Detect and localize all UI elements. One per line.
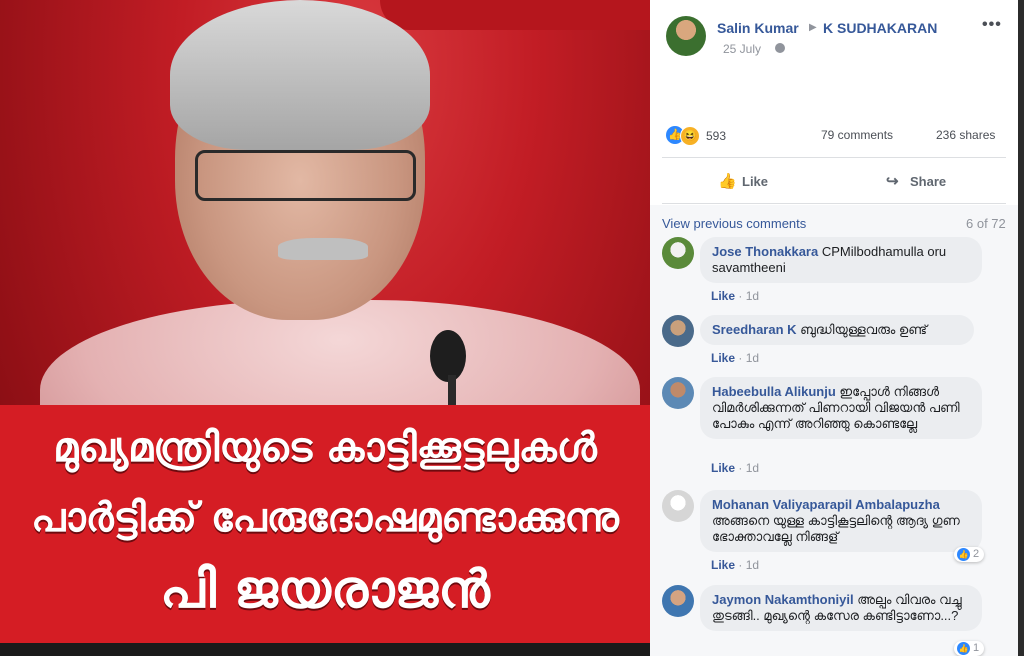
share-arrow-icon: ↪ (886, 173, 899, 190)
post-panel: Salin Kumar ▶ K SUDHAKARAN 25 July ••• 👍… (650, 0, 1018, 656)
comment-text: അങ്ങനെ യുള്ള കാട്ടികൂട്ടലിന്റെ ആദ്യ ഗുണ … (712, 513, 960, 544)
comments-section: View previous comments 6 of 72 Jose Thon… (650, 205, 1018, 656)
shares-count-link[interactable]: 236 shares (936, 128, 995, 142)
comment-reaction-count: 2 (973, 548, 980, 560)
like-button-label: Like (742, 174, 769, 189)
commenter-name[interactable]: Habeebulla Alikunju (712, 384, 836, 399)
post-target-link[interactable]: K SUDHAKARAN (823, 20, 937, 36)
more-options-icon[interactable]: ••• (982, 16, 1002, 34)
post-author-link[interactable]: Salin Kumar (717, 20, 799, 36)
commenter-avatar[interactable] (662, 585, 694, 617)
commenter-name[interactable]: Jaymon Nakamthoniyil (712, 592, 854, 607)
comment-meta: Like · 1d (711, 558, 760, 572)
image-bottom-edge (0, 643, 650, 656)
comment-like-link[interactable]: Like (711, 461, 735, 475)
haha-reaction-icon[interactable]: 😆 (680, 126, 700, 146)
like-reaction-icon: 👍 (957, 642, 970, 655)
comment-meta: Like · 1d (711, 461, 760, 475)
divider (662, 203, 1006, 204)
commenter-avatar[interactable] (662, 377, 694, 409)
globe-icon (775, 43, 785, 53)
person-hair (170, 0, 430, 150)
share-button[interactable]: ↪ Share (886, 172, 946, 190)
headline-line-2: പാർട്ടിക്ക് പേരുദോഷമുണ്ടാക്കുന്നു (31, 495, 619, 541)
reaction-count[interactable]: 593 (706, 129, 726, 143)
comment-bubble: Jaymon Nakamthoniyil അല്പം വിവരം വച്ചു ത… (700, 585, 982, 631)
comment-like-link[interactable]: Like (711, 289, 735, 303)
comment-time[interactable]: 1d (746, 461, 759, 475)
comment-like-link[interactable]: Like (711, 351, 735, 365)
arrow-right-icon: ▶ (809, 22, 817, 33)
comment-text: ബുദ്ധിയുള്ളവരും ഉണ്ട് (800, 322, 928, 337)
headline-line-3: പി ജയരാജൻ (160, 560, 490, 620)
comment-time[interactable]: 1d (746, 289, 759, 303)
view-previous-comments-link[interactable]: View previous comments (662, 216, 806, 231)
author-avatar[interactable] (666, 16, 706, 56)
commenter-name[interactable]: Sreedharan K (712, 322, 797, 337)
comment-meta: Like · 1d (711, 351, 760, 365)
comment-reaction-badge[interactable]: 👍 2 (954, 547, 985, 562)
commenter-avatar[interactable] (662, 315, 694, 347)
commenter-name[interactable]: Mohanan Valiyaparapil Ambalapuzha (712, 497, 940, 512)
comment-time[interactable]: 1d (746, 351, 759, 365)
comment-bubble: Mohanan Valiyaparapil Ambalapuzha അങ്ങനെ… (700, 490, 982, 552)
comment-reaction-count: 1 (973, 642, 980, 654)
comment-reaction-badge[interactable]: 👍 1 (954, 641, 985, 656)
comment-bubble: Jose Thonakkara CPMilbodhamulla oru sava… (700, 237, 982, 283)
background-shape (380, 0, 650, 30)
share-button-label: Share (910, 174, 947, 189)
comment-like-link[interactable]: Like (711, 558, 735, 572)
thumbs-up-icon: 👍 (718, 173, 737, 190)
like-reaction-icon: 👍 (957, 548, 970, 561)
comment-bubble: Habeebulla Alikunju ഇപ്പോൾ നിങ്ങൾ വിമർശി… (700, 377, 982, 439)
reactions-bar: 👍 😆 593 79 comments 236 shares (666, 126, 1002, 146)
comments-count-link[interactable]: 79 comments (821, 128, 893, 142)
comment-meta: Like · 1d (711, 289, 760, 303)
person-mustache (278, 238, 368, 260)
person-glasses (195, 150, 416, 201)
post-date[interactable]: 25 July (723, 42, 761, 56)
headline-line-1: മുഖ്യമന്ത്രിയുടെ കാട്ടിക്കൂട്ടലുകൾ (53, 425, 597, 471)
like-button[interactable]: 👍 Like (718, 172, 768, 190)
divider (662, 157, 1006, 158)
post-image[interactable]: മുഖ്യമന്ത്രിയുടെ കാട്ടിക്കൂട്ടലുകൾ പാർട്… (0, 0, 650, 656)
comments-pagination-count: 6 of 72 (966, 216, 1006, 231)
commenter-avatar[interactable] (662, 490, 694, 522)
commenter-name[interactable]: Jose Thonakkara (712, 244, 818, 259)
commenter-avatar[interactable] (662, 237, 694, 269)
window-edge (1018, 0, 1024, 656)
comment-bubble: Sreedharan K ബുദ്ധിയുള്ളവരും ഉണ്ട് (700, 315, 974, 345)
comment-time[interactable]: 1d (746, 558, 759, 572)
